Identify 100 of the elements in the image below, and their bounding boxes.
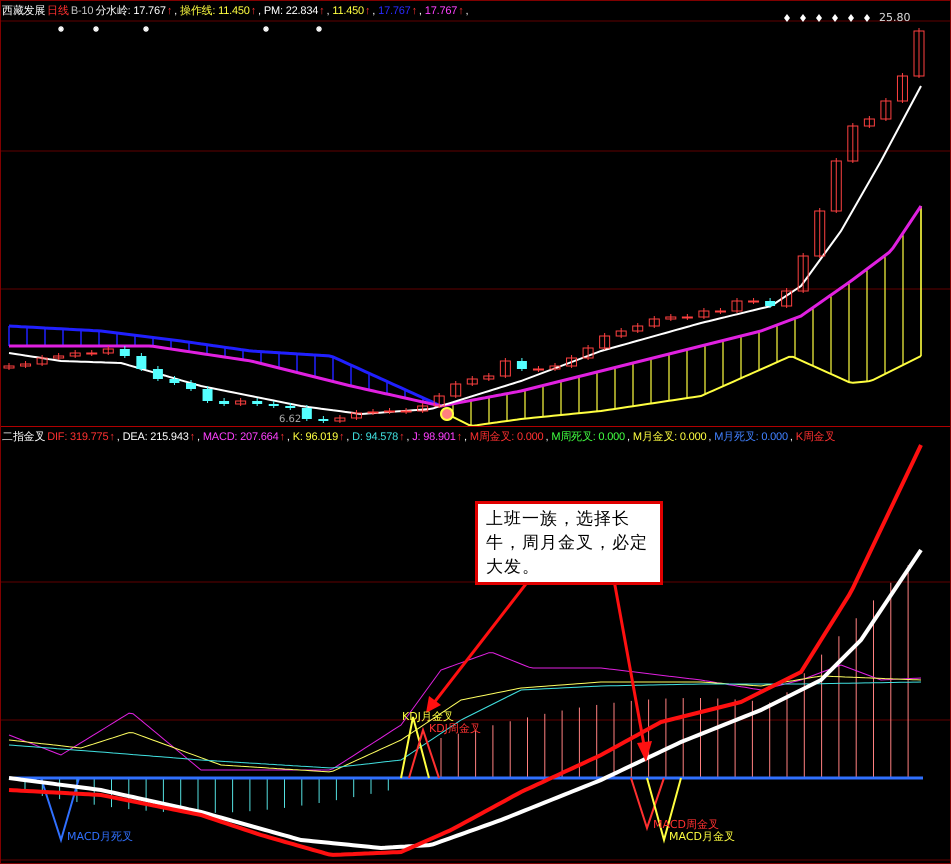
legend-text: PM: 22.834: [264, 5, 318, 17]
legend-text: 分水岭: 17.767: [95, 4, 166, 18]
up-arrow-text: ↑: [364, 5, 370, 17]
candlestick: [302, 404, 312, 422]
candlestick: [102, 346, 114, 356]
up-arrow-text: ↑: [190, 431, 195, 443]
legend-text: 操作线: 11.450: [180, 4, 250, 18]
candlestick: [136, 352, 146, 372]
star-marker-icon: [92, 25, 100, 33]
candlestick: [847, 122, 858, 164]
diamond-marker-icon: [800, 14, 806, 22]
candlestick: [748, 298, 760, 304]
high-price-label: 25.80: [879, 11, 910, 24]
candlestick: [417, 402, 428, 414]
legend-text: 西藏发展: [2, 4, 46, 18]
candlestick: [732, 298, 742, 314]
separator-text: ,: [372, 5, 376, 17]
candlestick: [350, 410, 362, 420]
legend-text: DIF: 319.775: [47, 431, 108, 443]
legend-text: 日线: [47, 4, 69, 18]
up-arrow-text: ↑: [456, 431, 462, 443]
signal-label: MACD月金叉: [669, 830, 735, 844]
candlestick: [285, 402, 296, 410]
candlestick: [516, 358, 527, 372]
up-arrow-text: ↑: [250, 5, 256, 17]
candlestick: [665, 314, 676, 322]
separator-text: ,: [466, 5, 468, 17]
candlestick: [318, 416, 328, 424]
candlestick: [483, 372, 494, 382]
candlestick: [70, 350, 81, 358]
legend-text: DEA: 215.943: [122, 431, 189, 443]
legend-text: MACD: 207.664: [202, 431, 279, 443]
star-marker-icon: [142, 25, 150, 33]
separator-text: ,: [406, 431, 410, 443]
candlestick: [36, 354, 48, 366]
signal-dot-icon: [440, 407, 454, 421]
up-arrow-text: ↑: [412, 5, 417, 17]
up-arrow-text: ↑: [319, 5, 324, 17]
separator-text: ,: [258, 5, 261, 17]
candlestick: [781, 288, 792, 308]
separator-text: ,: [790, 431, 793, 443]
candlestick: [4, 362, 14, 370]
diamond-marker-icon: [832, 14, 838, 22]
legend-text: J: 98.901: [412, 431, 456, 443]
up-arrow-text: ↑: [338, 431, 344, 443]
star-marker-icon: [315, 25, 323, 33]
candlestick: [648, 316, 660, 328]
candlestick: [334, 414, 346, 424]
candlestick: [864, 116, 875, 128]
candlestick: [698, 308, 710, 320]
candlestick: [219, 398, 230, 406]
candlestick: [566, 354, 578, 368]
separator-text: ,: [545, 431, 548, 443]
legend-text: 17.767: [378, 5, 411, 17]
candlestick: [252, 398, 262, 406]
separator-text: ,: [174, 5, 177, 17]
candlestick: [814, 208, 826, 258]
candlestick: [500, 358, 511, 378]
separator-text: ,: [464, 431, 467, 443]
candlestick: [599, 332, 610, 350]
separator-text: ,: [326, 5, 330, 17]
candlestick: [896, 72, 908, 104]
up-arrow-text: ↑: [166, 5, 172, 17]
candlestick: [186, 380, 196, 392]
candlestick: [235, 398, 246, 406]
up-arrow-text: ↑: [399, 431, 404, 443]
candlestick: [152, 366, 163, 382]
candlestick: [632, 322, 644, 334]
legend-text: B-10: [70, 5, 94, 17]
candlestick: [434, 392, 445, 408]
legend-text: 二指金叉: [2, 430, 46, 444]
legend-text: 17.767: [424, 5, 458, 17]
candlestick: [53, 352, 64, 360]
candlestick: [86, 350, 98, 356]
candlestick: [384, 408, 396, 414]
legend-text: M月金叉: 0.000: [632, 430, 706, 444]
separator-text: ,: [196, 431, 200, 443]
candlestick: [765, 298, 776, 308]
diamond-marker-icon: [848, 14, 854, 22]
candlestick: [714, 308, 726, 314]
candlestick: [466, 376, 478, 386]
candlestick: [450, 380, 462, 398]
candlestick: [914, 28, 924, 78]
candlestick: [582, 344, 594, 360]
legend-text: M周金叉: 0.000: [470, 430, 544, 444]
candlestick: [400, 408, 412, 414]
candlestick: [830, 158, 842, 214]
diamond-marker-icon: [816, 14, 822, 22]
separator-text: ,: [346, 431, 350, 443]
legend-text: D: 94.578: [352, 431, 398, 443]
candlestick: [682, 314, 693, 320]
star-marker-icon: [262, 25, 270, 33]
candlestick: [20, 360, 32, 368]
legend-text: K周金叉: [796, 430, 836, 444]
up-arrow-text: ↑: [109, 431, 115, 443]
legend-text: 11.450: [332, 5, 364, 17]
candlestick: [880, 98, 892, 122]
diamond-marker-icon: [784, 14, 790, 22]
candlestick: [616, 328, 627, 338]
legend-text: M周死叉: 0.000: [551, 430, 625, 444]
